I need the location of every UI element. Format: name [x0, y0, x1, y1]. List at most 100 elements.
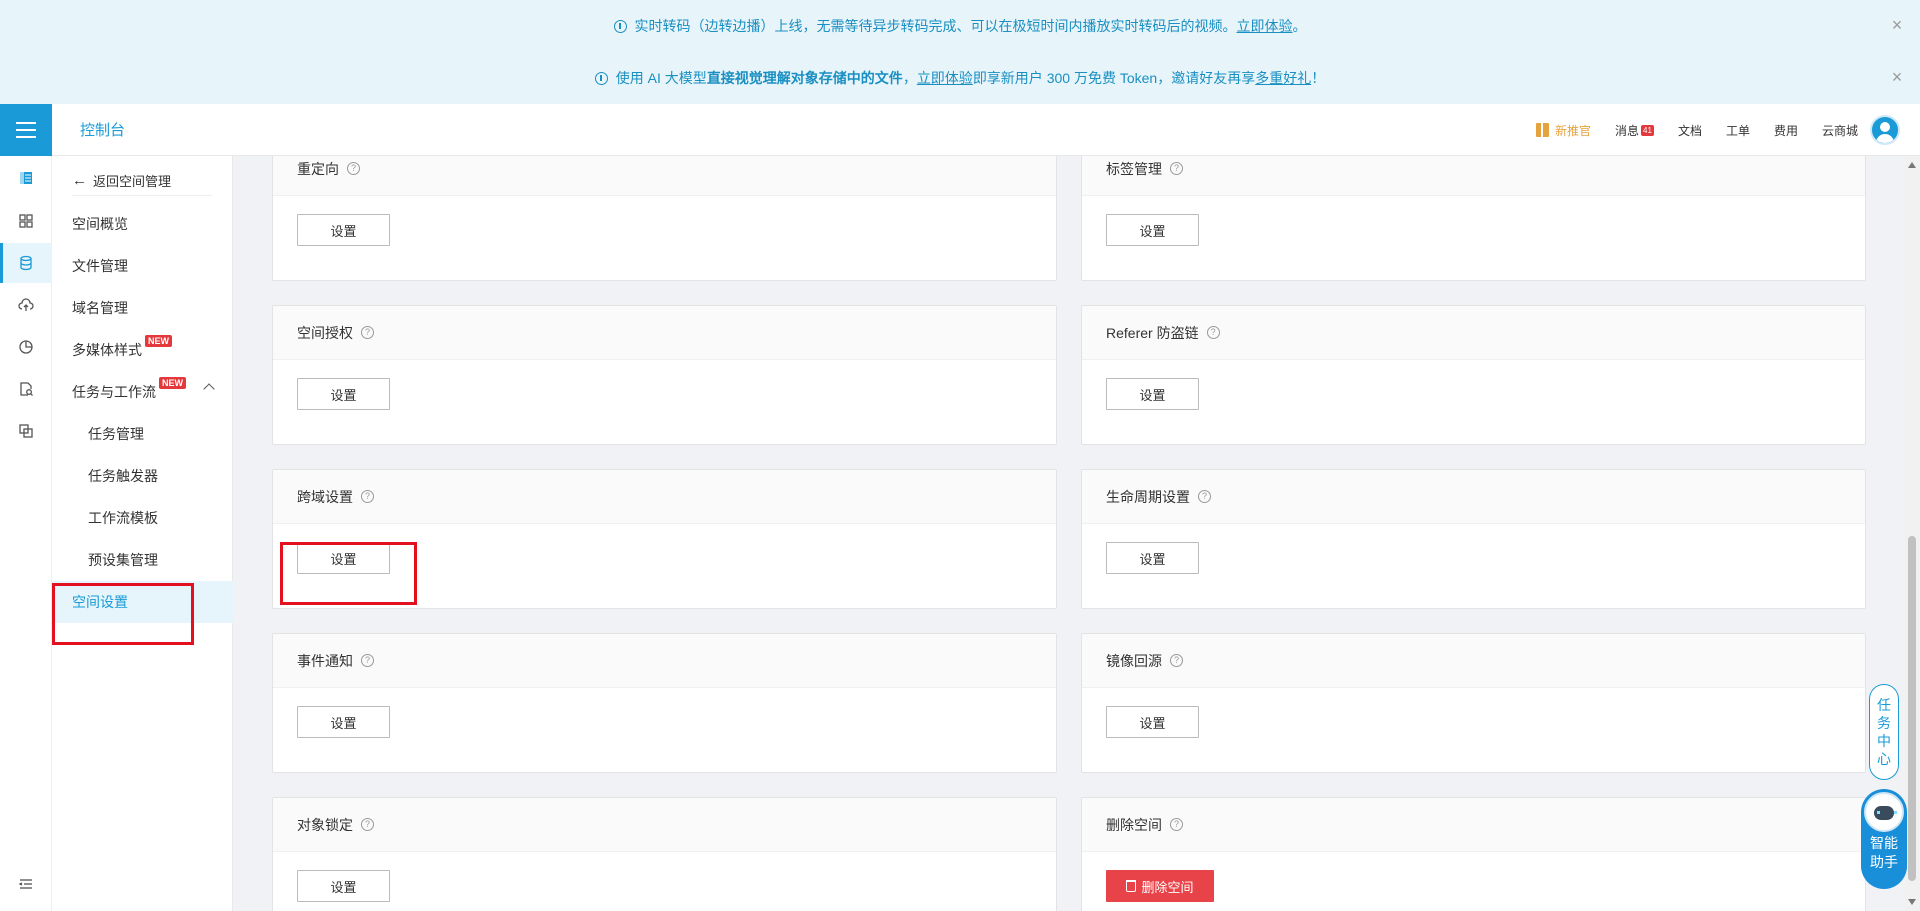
- card-header: 事件通知?: [273, 634, 1056, 688]
- card-header: Referer 防盗链?: [1082, 306, 1865, 360]
- scroll-down-icon[interactable]: [1908, 899, 1916, 905]
- rail-file-search-icon[interactable]: [0, 369, 52, 409]
- rail-grid-icon[interactable]: [0, 201, 52, 241]
- banner-try-link[interactable]: 立即体验: [917, 68, 973, 88]
- back-to-buckets-link[interactable]: ← 返回空间管理: [72, 166, 212, 196]
- card-header: 重定向?: [273, 156, 1056, 196]
- scroll-thumb[interactable]: [1908, 536, 1916, 881]
- mirror-origin-set-button[interactable]: 设置: [1106, 706, 1199, 738]
- task-center-button[interactable]: 任 务 中 心: [1869, 684, 1899, 780]
- info-icon: [613, 19, 627, 33]
- redirect-set-button[interactable]: 设置: [297, 214, 390, 246]
- object-lock-card: 对象锁定? 设置: [272, 797, 1057, 911]
- rail-database-icon[interactable]: [0, 243, 52, 283]
- banner-gift-link[interactable]: 多重好礼: [1255, 68, 1311, 88]
- sidebar-item-files[interactable]: 文件管理: [52, 245, 233, 287]
- sidebar-item-media-styles[interactable]: 多媒体样式 NEW: [52, 329, 233, 371]
- card-header: 生命周期设置?: [1082, 470, 1865, 524]
- delete-bucket-button[interactable]: 删除空间: [1106, 870, 1214, 902]
- banner-text-end: 。: [1292, 18, 1307, 34]
- card-title: 空间授权: [297, 324, 353, 341]
- rail-collapse-icon[interactable]: [0, 864, 52, 904]
- card-header: 镜像回源?: [1082, 634, 1865, 688]
- new-badge: NEW: [159, 377, 186, 389]
- sidebar-item-domains[interactable]: 域名管理: [52, 287, 233, 329]
- sidebar-item-task-management[interactable]: 任务管理: [52, 413, 233, 455]
- event-notify-set-button[interactable]: 设置: [297, 706, 390, 738]
- chevron-up-icon: [203, 383, 215, 395]
- arrow-left-icon: ←: [72, 172, 87, 189]
- card-title: 删除空间: [1106, 816, 1162, 833]
- banner-text-mid: ，: [902, 70, 917, 86]
- new-badge: NEW: [145, 335, 172, 347]
- tickets-link[interactable]: 工单: [1726, 122, 1750, 139]
- sidebar-item-label: 任务与工作流: [72, 384, 156, 400]
- icon-rail: [0, 156, 52, 911]
- help-icon[interactable]: ?: [361, 818, 374, 831]
- help-icon[interactable]: ?: [1170, 818, 1183, 831]
- console-title[interactable]: 控制台: [80, 119, 125, 140]
- promo-label: 新推官: [1555, 123, 1592, 138]
- message-count-badge: 41: [1641, 124, 1654, 136]
- tags-set-button[interactable]: 设置: [1106, 214, 1199, 246]
- scroll-up-icon[interactable]: [1908, 162, 1916, 168]
- banner-bold-text: 直接视觉理解对象存储中的文件: [706, 70, 903, 86]
- cors-card: 跨域设置? 设置: [272, 469, 1057, 609]
- bucket-auth-card: 空间授权? 设置: [272, 305, 1057, 445]
- billing-link[interactable]: 费用: [1774, 122, 1798, 139]
- sidebar-item-bucket-settings[interactable]: 空间设置: [52, 581, 233, 623]
- sidebar-item-workflow-templates[interactable]: 工作流模板: [52, 497, 233, 539]
- banner-try-link[interactable]: 立即体验: [1237, 16, 1293, 36]
- help-icon[interactable]: ?: [361, 490, 374, 503]
- card-header: 空间授权?: [273, 306, 1056, 360]
- help-icon[interactable]: ?: [1206, 326, 1220, 339]
- close-icon[interactable]: ×: [1888, 16, 1906, 34]
- promo-link[interactable]: 新推官: [1536, 122, 1591, 139]
- docs-link[interactable]: 文档: [1678, 122, 1702, 139]
- help-icon[interactable]: ?: [1170, 654, 1183, 667]
- object-lock-set-button[interactable]: 设置: [297, 870, 390, 902]
- cors-set-button[interactable]: 设置: [297, 542, 390, 574]
- rail-copy-icon[interactable]: [0, 411, 52, 451]
- sidebar-item-presets[interactable]: 预设集管理: [52, 539, 233, 581]
- notice-banners: 实时转码（边转边播）上线，无需等待异步转码完成、可以在极短时间内播放实时转码后的…: [0, 0, 1920, 104]
- sidebar-item-task-triggers[interactable]: 任务触发器: [52, 455, 233, 497]
- delete-bucket-card: 删除空间? 删除空间: [1081, 797, 1866, 911]
- banner-text-mid2: 即享新用户 300 万免费 Token，邀请好友再享: [972, 70, 1256, 86]
- help-icon[interactable]: ?: [1198, 490, 1211, 503]
- rail-pie-chart-icon[interactable]: [0, 327, 52, 367]
- ai-assistant-button[interactable]: 智能 助手: [1861, 789, 1907, 889]
- messages-link[interactable]: 消息 41: [1615, 122, 1654, 139]
- event-notify-card: 事件通知? 设置: [272, 633, 1057, 773]
- referer-set-button[interactable]: 设置: [1106, 378, 1199, 410]
- lifecycle-card: 生命周期设置? 设置: [1081, 469, 1866, 609]
- store-link[interactable]: 云商城: [1822, 122, 1858, 139]
- page-scrollbar[interactable]: [1905, 156, 1920, 911]
- help-icon[interactable]: ?: [1170, 162, 1183, 175]
- assistant-label-line2: 助手: [1870, 854, 1898, 870]
- rail-storage-product-icon[interactable]: [0, 158, 52, 198]
- redirect-card: 重定向? 设置: [272, 156, 1057, 281]
- help-icon[interactable]: ?: [347, 162, 360, 175]
- card-header: 跨域设置?: [273, 470, 1056, 524]
- card-header: 标签管理?: [1082, 156, 1865, 196]
- rail-cloud-upload-icon[interactable]: [0, 285, 52, 325]
- close-icon[interactable]: ×: [1888, 68, 1906, 86]
- bucket-sidebar: ← 返回空间管理 空间概览 文件管理 域名管理 多媒体样式 NEW 任务与工作流…: [52, 156, 233, 911]
- menu-button[interactable]: [0, 103, 52, 156]
- card-title: 重定向: [297, 160, 339, 177]
- help-icon[interactable]: ?: [361, 326, 374, 339]
- card-title: 标签管理: [1106, 160, 1162, 177]
- bucket-auth-set-button[interactable]: 设置: [297, 378, 390, 410]
- trash-icon: [1126, 880, 1137, 892]
- lifecycle-set-button[interactable]: 设置: [1106, 542, 1199, 574]
- help-icon[interactable]: ?: [361, 654, 374, 667]
- card-header: 删除空间?: [1082, 798, 1865, 852]
- banner-realtime-transcode: 实时转码（边转边播）上线，无需等待异步转码完成、可以在极短时间内播放实时转码后的…: [0, 0, 1920, 52]
- sidebar-item-overview[interactable]: 空间概览: [52, 203, 233, 245]
- task-center-char: 务: [1877, 715, 1891, 731]
- mirror-origin-card: 镜像回源? 设置: [1081, 633, 1866, 773]
- avatar[interactable]: [1870, 115, 1900, 145]
- card-header: 对象锁定?: [273, 798, 1056, 852]
- sidebar-item-workflow[interactable]: 任务与工作流 NEW: [52, 371, 233, 413]
